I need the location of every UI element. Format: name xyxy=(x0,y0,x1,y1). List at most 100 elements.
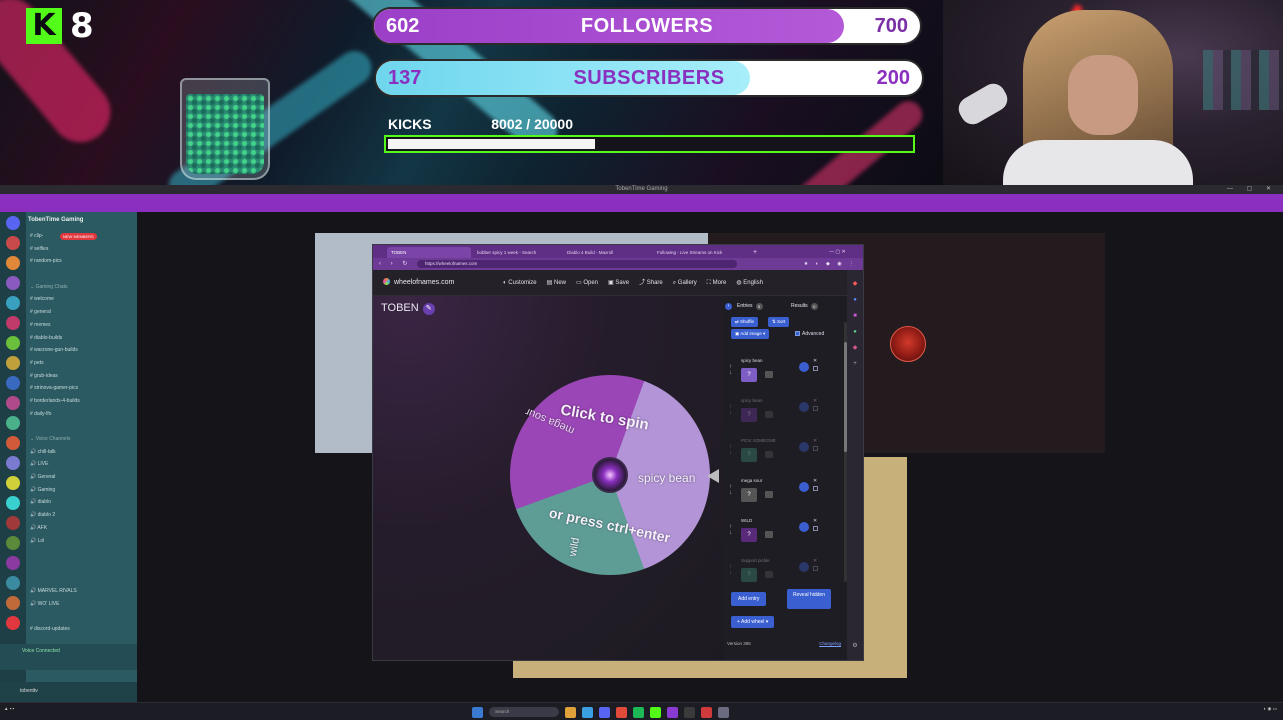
close-icon[interactable]: ✕ xyxy=(813,558,817,564)
wheel-center-hub[interactable] xyxy=(592,457,628,493)
taskbar-widget[interactable]: ▲ ▪ ▪ xyxy=(4,705,14,712)
menu-item-english[interactable]: ◍ English xyxy=(736,270,763,296)
entry-checkbox[interactable] xyxy=(813,446,818,451)
weight-icon[interactable] xyxy=(799,362,809,372)
reveal-hidden-button[interactable]: Reveal hidden xyxy=(787,589,831,609)
server-icon[interactable] xyxy=(6,256,20,270)
won-brand[interactable]: wheelofnames.com xyxy=(383,270,454,296)
sidebar-icon[interactable]: ● xyxy=(851,328,859,336)
entry-image-icon[interactable]: ? xyxy=(741,568,757,582)
close-icon[interactable]: ✕ xyxy=(813,398,817,404)
sidebar-icon[interactable]: ■ xyxy=(851,312,859,320)
channel-item[interactable]: # pets xyxy=(30,357,135,370)
channel-item[interactable]: # clip- xyxy=(30,230,135,243)
url-input[interactable]: https://wheelofnames.com xyxy=(417,260,737,268)
server-icon[interactable] xyxy=(6,456,20,470)
entry-image-icon[interactable]: ? xyxy=(741,488,757,502)
server-icon[interactable] xyxy=(6,296,20,310)
image-icon[interactable] xyxy=(765,571,773,578)
edge-icon[interactable] xyxy=(582,706,593,718)
channel-item[interactable]: # general xyxy=(30,306,135,319)
image-icon[interactable] xyxy=(765,531,773,538)
channel-item[interactable]: # warzone-gun-builds xyxy=(30,344,135,357)
channel-item[interactable]: 🔊 Gaming xyxy=(30,484,135,497)
tab-entries[interactable]: Entries 5 xyxy=(737,300,763,312)
add-image-button[interactable]: ▣ Add image ▾ xyxy=(731,329,770,339)
entry-row[interactable]: ↑ ↓ spicy bean? ✕ xyxy=(729,356,825,394)
menu-item-customize[interactable]: ◐ Customize xyxy=(503,270,537,296)
browser-tab[interactable]: bobber spicy 1 week - Search xyxy=(473,247,559,258)
entry-image-icon[interactable]: ? xyxy=(741,408,757,422)
entry-name-input[interactable]: spicy bean xyxy=(741,396,801,405)
browser-tab[interactable]: Diablo 4 Build - Maxroll xyxy=(563,247,649,258)
reorder-icon[interactable]: ↑ ↓ xyxy=(729,564,735,576)
entry-image-icon[interactable]: ? xyxy=(741,368,757,382)
channel-item[interactable]: 🔊 chill-talk xyxy=(30,446,135,459)
taskbar-search[interactable]: Search xyxy=(489,707,559,717)
tab-results[interactable]: Results 0 xyxy=(791,300,818,312)
server-icon[interactable] xyxy=(6,236,20,250)
entry-checkbox[interactable] xyxy=(813,566,818,571)
server-icon[interactable] xyxy=(6,496,20,510)
entry-row[interactable]: ↑ ↓ spicy bean? ✕ xyxy=(729,396,825,434)
server-icon[interactable] xyxy=(6,536,20,550)
channel-item[interactable]: 🔊 diablo xyxy=(30,496,135,509)
entry-name-input[interactable]: mega sour xyxy=(741,476,801,485)
reorder-icon[interactable]: ↑ ↓ xyxy=(729,364,735,376)
collapse-panel-icon[interactable]: › xyxy=(725,300,732,312)
settings-icon[interactable]: ⚙ xyxy=(851,642,859,650)
browser-tab[interactable]: Following - Live Streams on Kick xyxy=(653,247,743,258)
entry-name-input[interactable]: spicy bean xyxy=(741,356,801,365)
entry-checkbox[interactable] xyxy=(813,406,818,411)
weight-icon[interactable] xyxy=(799,562,809,572)
reorder-icon[interactable]: ↑ ↓ xyxy=(729,484,735,496)
file-explorer-icon[interactable] xyxy=(565,706,576,718)
entry-name-input[interactable]: Support pickle xyxy=(741,556,801,565)
server-icon[interactable] xyxy=(6,556,20,570)
entry-image-icon[interactable]: ? xyxy=(741,448,757,462)
channel-item[interactable]: # discord-updates xyxy=(30,623,135,636)
reorder-icon[interactable]: ↑ ↓ xyxy=(729,524,735,536)
discord-server-name[interactable]: TobenTime Gaming xyxy=(28,214,133,226)
entry-row[interactable]: ↑ ↓ WILD? ✕ xyxy=(729,516,825,554)
channel-item[interactable]: # memes xyxy=(30,319,135,332)
entry-checkbox[interactable] xyxy=(813,366,818,371)
close-icon[interactable]: ✕ xyxy=(813,478,817,484)
menu-item-more[interactable]: ⛶ More xyxy=(707,270,727,296)
channel-category[interactable]: ⌄ Gaming Chats xyxy=(30,281,135,294)
entry-image-icon[interactable]: ? xyxy=(741,528,757,542)
sidebar-icon[interactable]: ◆ xyxy=(851,280,859,288)
sidebar-icon[interactable]: ◆ xyxy=(851,344,859,352)
menu-item-save[interactable]: ▣ Save xyxy=(608,270,629,296)
image-icon[interactable] xyxy=(765,451,773,458)
channel-item[interactable]: 🔊 LIVE xyxy=(30,458,135,471)
server-icon[interactable] xyxy=(6,576,20,590)
image-icon[interactable] xyxy=(765,491,773,498)
edit-pencil-icon[interactable]: ✎ xyxy=(422,303,435,315)
browser-tab[interactable]: TOBEN xyxy=(387,247,471,258)
channel-item[interactable]: 🔊 Lol xyxy=(30,535,135,548)
server-icon[interactable] xyxy=(6,436,20,450)
channel-item[interactable]: # diablo-builds xyxy=(30,332,135,345)
server-icon[interactable] xyxy=(6,396,20,410)
entry-name-input[interactable]: PICK SOMEONE xyxy=(741,436,801,445)
menu-item-gallery[interactable]: ⌕ Gallery xyxy=(673,270,697,296)
new-tab-icon[interactable]: + xyxy=(749,247,761,258)
channel-item[interactable]: # daily-lfo xyxy=(30,408,135,421)
weight-icon[interactable] xyxy=(799,522,809,532)
channel-item[interactable]: 🔊 diablo 2 xyxy=(30,509,135,522)
channel-item[interactable]: 🔊 MARVEL RIVALS xyxy=(30,585,135,598)
server-icon[interactable] xyxy=(6,416,20,430)
add-wheel-button[interactable]: + Add wheel ▾ xyxy=(731,616,775,628)
entry-checkbox[interactable] xyxy=(813,486,818,491)
channel-item[interactable]: # strinova-gamer-pics xyxy=(30,382,135,395)
spotify-icon[interactable] xyxy=(633,706,644,718)
channel-item[interactable]: # random-pics xyxy=(30,255,135,268)
server-icon[interactable] xyxy=(6,356,20,370)
start-icon[interactable] xyxy=(472,706,483,718)
close-icon[interactable]: ✕ xyxy=(813,438,817,444)
menu-item-new[interactable]: ▤ New xyxy=(547,270,566,296)
app-icon[interactable] xyxy=(701,706,712,718)
entry-row[interactable]: ↑ ↓ mega sour? ✕ xyxy=(729,476,825,514)
channel-item[interactable]: # selfies xyxy=(30,243,135,256)
